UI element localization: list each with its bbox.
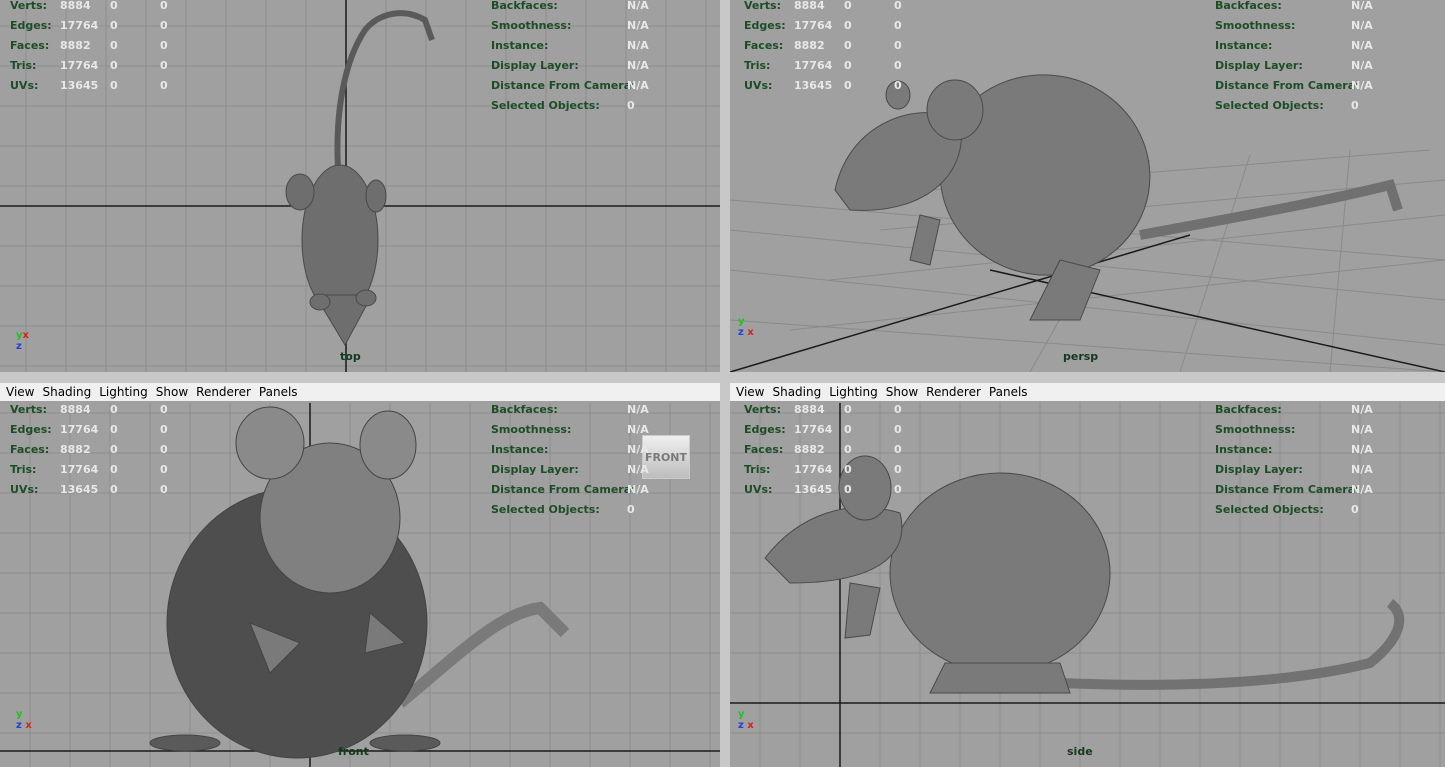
hud-poly-count-top: Verts: 8884 0 0 Edges: 17764 0 0 Faces: 8882 0 0 … [10,0,168,92]
hud-object-info-top: Backfaces: N/A Smoothness: N/A Instance: N/… [491,0,649,112]
panel-menubar-front: View Shading Lighting Show Renderer Pane… [0,383,720,401]
hud-poly-count-side: Verts: 8884 0 0 Edges: 17764 0 0 Faces: 8882 0 0 … [744,403,902,496]
hud-poly-count-persp: Verts: 8884 0 0 Edges: 17764 0 0 Faces: 8882 0 0 … [744,0,902,92]
axis-gizmo-front: y z x [16,709,32,731]
axis-gizmo-side: y z x [738,709,754,731]
axis-gizmo-top: yx z [16,330,29,352]
menu-renderer[interactable]: Renderer [192,385,255,399]
camera-label-persp: persp [1063,350,1099,363]
panel-menubar-side: View Shading Lighting Show Renderer Pane… [730,383,1445,401]
viewport-front[interactable]: View Shading Lighting Show Renderer Pane… [0,383,720,767]
hud-object-info-side: Backfaces: N/A Smoothness: N/A Instance: N/… [1215,403,1373,516]
viewport-persp[interactable]: persp y z x Verts: 8884 0 0 Edges: 17764 0 0 F… [730,0,1445,372]
rat-model-top [285,10,435,347]
menu-panels[interactable]: Panels [985,385,1032,399]
menu-lighting[interactable]: Lighting [95,385,152,399]
menu-shading[interactable]: Shading [38,385,95,399]
menu-panels[interactable]: Panels [255,385,302,399]
viewport-side[interactable]: View Shading Lighting Show Renderer Pane… [730,383,1445,767]
axis-gizmo-persp: y z x [738,316,754,338]
camera-label-side: side [1067,745,1093,758]
viewport-top[interactable]: top yx z Verts: 8884 0 0 Edges: 17764 0 0 Face… [0,0,720,372]
camera-label-top: top [340,350,361,363]
menu-show[interactable]: Show [152,385,192,399]
menu-show[interactable]: Show [882,385,922,399]
menu-shading[interactable]: Shading [768,385,825,399]
hud-object-info-persp: Backfaces: N/A Smoothness: N/A Instance: N/… [1215,0,1373,112]
menu-lighting[interactable]: Lighting [825,385,882,399]
menu-renderer[interactable]: Renderer [922,385,985,399]
viewcube[interactable]: FRONT [642,435,690,479]
hud-poly-count-front: Verts: 8884 0 0 Edges: 17764 0 0 Faces: 8882 0 0 … [10,403,168,496]
camera-label-front: front [338,745,369,758]
hud-object-info-front: Backfaces: N/A Smoothness: N/A Instance: N/… [491,403,649,516]
menu-view[interactable]: View [732,385,768,399]
menu-view[interactable]: View [2,385,38,399]
